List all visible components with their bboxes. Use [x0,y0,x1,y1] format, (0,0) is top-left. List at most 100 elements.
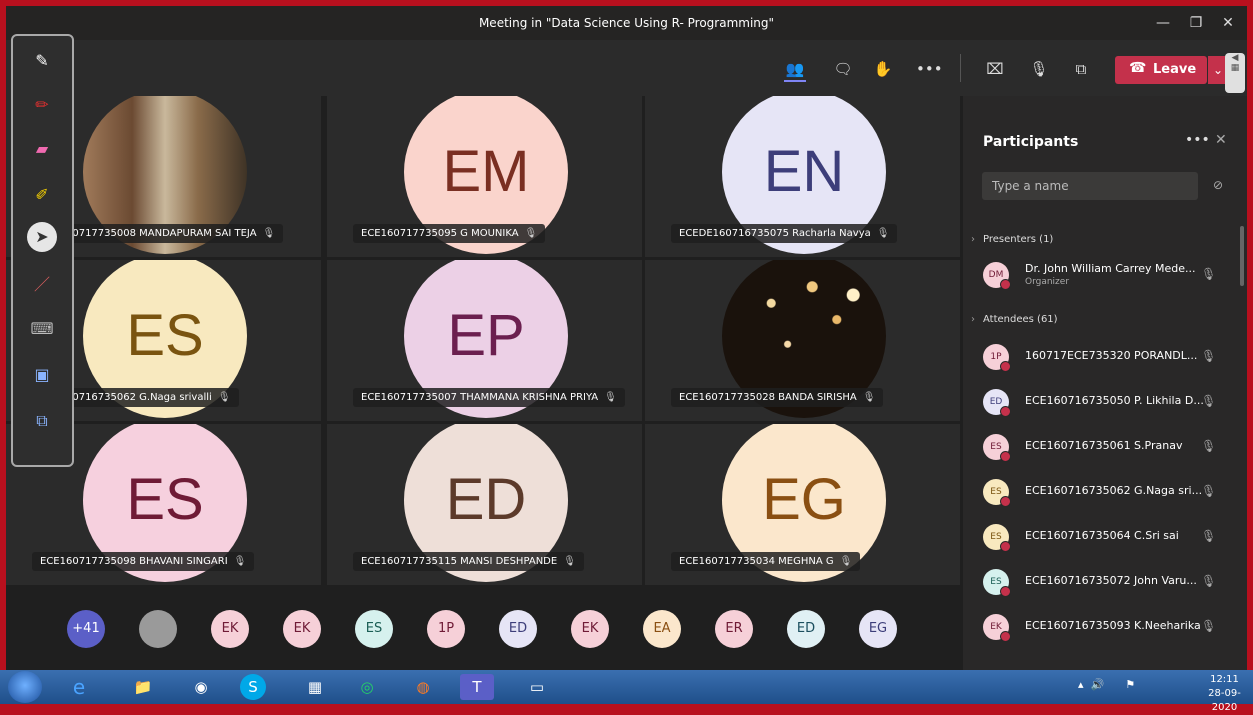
presenters-header[interactable]: › Presenters (1) [971,234,1053,245]
overflow-participant-avatar[interactable]: EG [859,610,897,648]
video-tile[interactable]: EP ECE160717735007 THAMMANA KRISHNA PRIYA… [327,260,642,421]
status-badge [1000,631,1011,642]
video-tile[interactable]: EN ECEDE160716735075 Racharla Navya 🎙 [645,96,960,257]
overflow-participant-avatar[interactable]: 1P [427,610,465,648]
whiteboard-icon[interactable]: ✎ [29,48,55,74]
marker-icon[interactable]: ／ [29,272,55,298]
pointer-icon[interactable]: ➤ [27,222,57,252]
participant-row[interactable]: ED ECE160716735050 P. Likhila D... 🎙 [983,389,1223,417]
camera-off-icon[interactable]: ⌧ [984,58,1006,80]
overflow-participant-avatar[interactable]: EK [571,610,609,648]
mic-muted-icon[interactable]: 🎙 [1201,394,1216,408]
mic-muted-icon: 🎙 [233,556,247,567]
system-tray[interactable]: ▴ 🔊 ⚑ [1078,678,1135,691]
restore-button[interactable]: ❐ [1186,13,1206,33]
overflow-participant-avatar[interactable]: ED [499,610,537,648]
more-participants-counter[interactable]: +41 [67,610,105,648]
keyboard-icon[interactable]: ⌨ [29,316,55,342]
overflow-participant-avatar[interactable]: ER [715,610,753,648]
teams-window: Meeting in "Data Science Using R- Progra… [6,6,1247,670]
video-tile[interactable]: EG ECE160717735034 MEGHNA G 🎙 [645,424,960,585]
overflow-participant-avatar[interactable] [139,610,177,648]
whiteboard-app-icon[interactable]: ▭ [520,674,554,700]
video-tile[interactable]: EM ECE160717735095 G MOUNIKA 🎙 [327,96,642,257]
overflow-participant-avatar[interactable]: ED [787,610,825,648]
mic-muted-icon[interactable]: 🎙 [1201,439,1216,453]
eraser-icon[interactable]: ▰ [29,136,55,162]
mic-muted-icon: 🎙 [524,228,538,239]
mic-muted-icon[interactable]: 🎙 [1201,267,1216,281]
chrome-icon[interactable]: ◉ [184,674,218,700]
panel-scrollbar[interactable] [1240,226,1244,286]
attendees-header[interactable]: › Attendees (61) [971,314,1058,325]
collapse-chevron-icon: › [971,234,975,245]
close-button[interactable]: ✕ [1218,13,1238,33]
leave-label: Leave [1153,62,1197,77]
share-invite-link-icon[interactable]: ⊘ [1213,178,1223,192]
participant-row[interactable]: ES ECE160716735064 C.Sri sai 🎙 [983,524,1223,552]
file-explorer-icon[interactable]: 📁 [126,674,160,700]
participant-name: ECE160716735062 G.Naga sri... [1025,484,1203,497]
participant-name: 160717ECE735320 PORANDL... [1025,349,1198,362]
video-tile[interactable]: ED ECE160717735115 MANSI DESHPANDE 🎙 [327,424,642,585]
skype-icon[interactable]: S [240,674,266,700]
share-screen-icon[interactable]: ⧉ [1070,58,1092,80]
mic-muted-icon: 🎙 [876,228,890,239]
mic-muted-icon: 🎙 [862,392,876,403]
mic-muted-icon[interactable]: 🎙 [1201,484,1216,498]
clock-time: 12:11 [1210,674,1239,685]
teams-icon[interactable]: T [460,674,494,700]
start-button-icon[interactable] [8,671,42,703]
participant-name: Dr. John William Carrey Mede... [1025,262,1196,275]
participant-row[interactable]: EK ECE160716735093 K.Neeharika 🎙 [983,614,1223,642]
participant-row[interactable]: ES ECE160716735061 S.Pranav 🎙 [983,434,1223,462]
panel-close-icon[interactable]: ✕ [1215,132,1227,148]
mic-off-icon[interactable]: 🎙 [1028,58,1050,80]
leave-button[interactable]: ☎ Leave [1115,56,1207,84]
meeting-controls-bar: 👥 🗨 ✋ ••• ⌧ 🎙 ⧉ ☎ Leave ⌄ [6,40,1247,96]
participant-name-tag: ECE160717735028 BANDA SIRISHA 🎙 [671,388,884,407]
chat-icon[interactable]: 🗨 [832,58,854,80]
mic-muted-icon[interactable]: 🎙 [1201,574,1216,588]
raise-hand-icon[interactable]: ✋ [872,58,894,80]
overflow-participant-avatar[interactable]: EK [283,610,321,648]
overflow-participant-avatar[interactable]: EA [643,610,681,648]
participant-name: ECE160716735093 K.Neeharika [1025,619,1201,632]
firefox-icon[interactable]: ◍ [406,674,440,700]
highlighter-icon[interactable]: ✐ [29,182,55,208]
pen-icon[interactable]: ✏ [29,92,55,118]
status-badge [1000,361,1011,372]
window-title: Meeting in "Data Science Using R- Progra… [478,16,775,30]
mic-muted-icon: 🎙 [839,556,853,567]
internet-explorer-icon[interactable]: e [62,674,96,700]
panel-title: Participants [983,134,1079,150]
participant-search-input[interactable] [982,172,1198,200]
minimize-button[interactable]: — [1153,13,1173,33]
participant-row[interactable]: 1P 160717ECE735320 PORANDL... 🎙 [983,344,1223,372]
participant-name-tag: ECE160717735007 THAMMANA KRISHNA PRIYA 🎙 [353,388,625,407]
video-tile[interactable]: ECE160717735028 BANDA SIRISHA 🎙 [645,260,960,421]
mic-muted-icon[interactable]: 🎙 [1201,349,1216,363]
participant-row[interactable]: ES ECE160716735072 John Varu... 🎙 [983,569,1223,597]
collapse-chevron-icon: › [971,314,975,325]
status-badge [1000,541,1011,552]
taskbar-clock[interactable]: 12:11 28-09-2020 [1196,673,1253,715]
overflow-participant-avatar[interactable]: EK [211,610,249,648]
participant-name-tag: ECEDE160716735075 Racharla Navya 🎙 [671,224,898,243]
mic-muted-icon: 🎙 [217,392,231,403]
more-icon[interactable]: ••• [916,58,943,80]
screen-capture-icon[interactable]: ▣ [29,362,55,388]
participants-icon[interactable]: 👥 [784,58,806,82]
participant-row[interactable]: DM Dr. John William Carrey Mede... Organiz… [983,262,1223,290]
mic-muted-icon[interactable]: 🎙 [1201,619,1216,633]
status-badge [1000,279,1011,290]
overflow-participant-avatar[interactable]: ES [355,610,393,648]
whatsapp-icon[interactable]: ◎ [350,674,384,700]
participant-row[interactable]: ES ECE160716735062 G.Naga sri... 🎙 [983,479,1223,507]
participant-name: ECE160717735034 MEGHNA G [679,556,834,567]
side-panel-handle-icon[interactable]: ◀ ▦ [1225,53,1245,93]
calculator-icon[interactable]: ▦ [298,674,332,700]
mic-muted-icon[interactable]: 🎙 [1201,529,1216,543]
panel-more-icon[interactable]: ••• [1185,132,1210,148]
exit-annotation-icon[interactable]: ⧉ [29,408,55,434]
